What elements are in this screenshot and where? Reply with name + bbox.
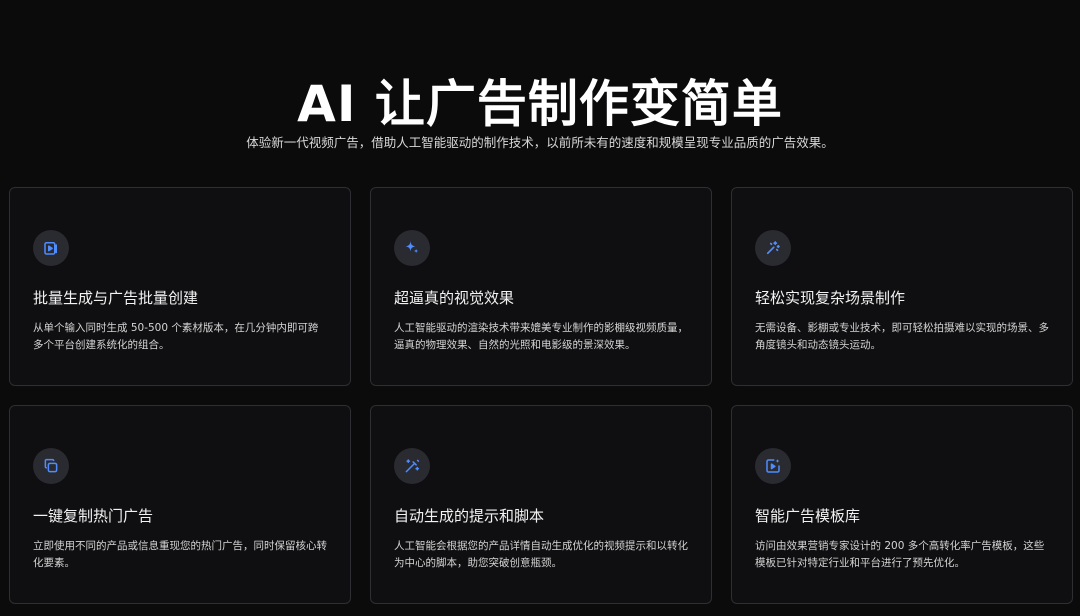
copy-icon	[33, 448, 69, 484]
page-title: AI 让广告制作变简单	[297, 74, 783, 133]
feature-description: 从单个输入同时生成 50-500 个素材版本，在几分钟内即可跨多个平台创建系统化…	[33, 322, 319, 351]
feature-card-template-library: 智能广告模板库 访问由效果营销专家设计的 200 多个高转化率广告模板，这些模板…	[731, 405, 1073, 604]
wand-sparkle-icon	[394, 448, 430, 484]
feature-description: 访问由效果营销专家设计的 200 多个高转化率广告模板，这些模板已针对特定行业和…	[755, 540, 1045, 569]
feature-grid: 批量生成与广告批量创建 从单个输入同时生成 50-500 个素材版本，在几分钟内…	[9, 187, 1075, 604]
template-video-icon	[755, 448, 791, 484]
feature-description: 立即使用不同的产品或信息重现您的热门广告，同时保留核心转化要素。	[33, 540, 327, 569]
feature-card-batch-generation: 批量生成与广告批量创建 从单个输入同时生成 50-500 个素材版本，在几分钟内…	[9, 187, 351, 386]
feature-card-auto-scripts: 自动生成的提示和脚本 人工智能会根据您的产品详情自动生成优化的视频提示和以转化为…	[370, 405, 712, 604]
feature-description: 人工智能会根据您的产品详情自动生成优化的视频提示和以转化为中心的脚本，助您突破创…	[394, 540, 688, 569]
feature-title: 超逼真的视觉效果	[394, 289, 515, 307]
feature-title: 一键复制热门广告	[33, 507, 154, 525]
feature-title: 批量生成与广告批量创建	[33, 289, 199, 307]
sparkle-icon	[394, 230, 430, 266]
feature-card-complex-scenes: 轻松实现复杂场景制作 无需设备、影棚或专业技术，即可轻松拍摄难以实现的场景、多角…	[731, 187, 1073, 386]
feature-description: 人工智能驱动的渲染技术带来媲美专业制作的影棚级视频质量，逼真的物理效果、自然的光…	[394, 322, 688, 351]
feature-description: 无需设备、影棚或专业技术，即可轻松拍摄难以实现的场景、多角度镜头和动态镜头运动。	[755, 322, 1049, 351]
feature-card-clone-ads: 一键复制热门广告 立即使用不同的产品或信息重现您的热门广告，同时保留核心转化要素…	[9, 405, 351, 604]
feature-title: 自动生成的提示和脚本	[394, 507, 545, 525]
feature-title: 智能广告模板库	[755, 507, 861, 525]
magic-wand-icon	[755, 230, 791, 266]
page-subtitle: 体验新一代视频广告，借助人工智能驱动的制作技术，以前所未有的速度和规模呈现专业品…	[246, 134, 834, 150]
feature-title: 轻松实现复杂场景制作	[755, 289, 906, 307]
feature-card-realistic-visuals: 超逼真的视觉效果 人工智能驱动的渲染技术带来媲美专业制作的影棚级视频质量，逼真的…	[370, 187, 712, 386]
video-play-icon	[33, 230, 69, 266]
